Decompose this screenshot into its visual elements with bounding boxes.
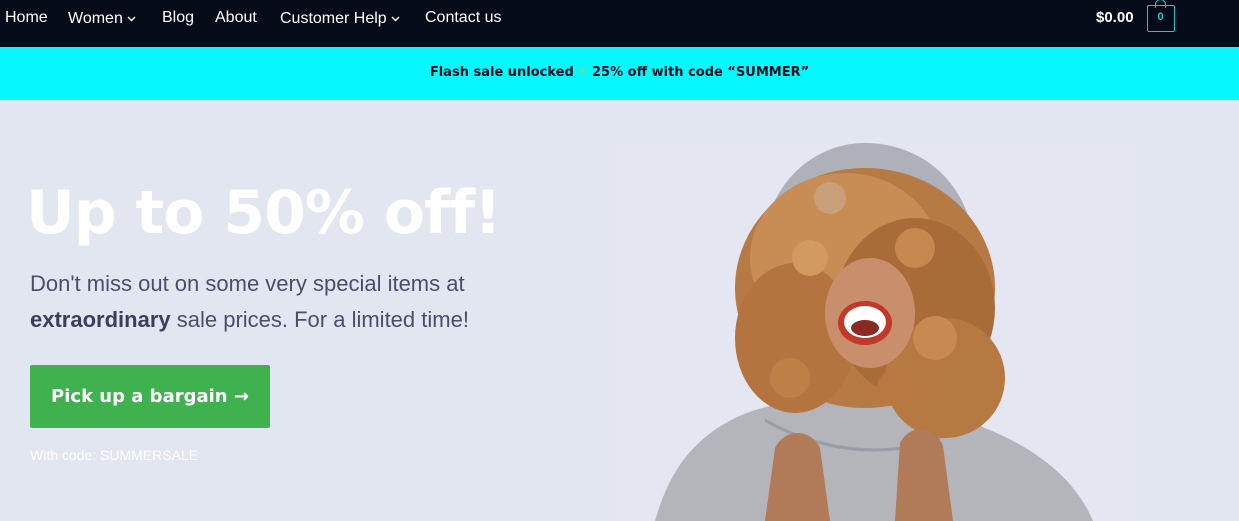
shopping-bag-icon[interactable]: 0 xyxy=(1147,0,1175,32)
hero-subtext-part2: sale prices. For a limited time! xyxy=(170,307,469,332)
promo-text-start: Flash sale unlocked xyxy=(429,65,579,80)
hero-subtext-part1: Don't miss out on some very special item… xyxy=(30,271,465,296)
nav-label: About xyxy=(215,9,257,26)
hero-section: Up to 50% off! Don't miss out on some ve… xyxy=(0,100,1239,521)
hero-headline: Up to 50% off! xyxy=(26,178,502,248)
discount-code-note: With code: SUMMERSALE xyxy=(30,447,199,463)
cart-total[interactable]: $0.00 xyxy=(1096,9,1134,27)
nav-label: Women xyxy=(68,10,123,27)
hero-person-illustration xyxy=(655,143,1093,521)
hero-subtext-bold: extraordinary xyxy=(30,307,171,332)
chevron-down-icon xyxy=(391,9,400,27)
nav-item-about[interactable]: About xyxy=(215,9,257,27)
nav-label: Contact us xyxy=(425,9,502,26)
nav-item-customer-help[interactable]: Customer Help xyxy=(280,9,400,28)
promo-text: Flash sale unlocked ⚡ 25% off with code … xyxy=(0,65,1239,80)
nav-item-contact-us[interactable]: Contact us xyxy=(425,9,501,27)
nav-label: Home xyxy=(5,9,48,26)
nav-label: Customer Help xyxy=(280,10,387,27)
nav-item-blog[interactable]: Blog xyxy=(162,9,194,27)
nav-label: Blog xyxy=(162,9,195,26)
promo-text-end: 25% off with code “SUMMER” xyxy=(587,65,810,80)
top-nav: Home Women Blog About Customer Help Cont… xyxy=(0,0,1239,47)
promo-banner: Flash sale unlocked ⚡ 25% off with code … xyxy=(0,47,1239,100)
pick-up-bargain-button[interactable]: Pick up a bargain → xyxy=(30,365,270,428)
nav-item-women[interactable]: Women xyxy=(68,9,136,28)
cart-count: 0 xyxy=(1157,11,1164,23)
chevron-down-icon xyxy=(127,9,136,27)
bag-handle xyxy=(1155,0,1166,8)
hero-subtext: Don't miss out on some very special item… xyxy=(30,266,550,338)
nav-item-home[interactable]: Home xyxy=(5,9,48,27)
